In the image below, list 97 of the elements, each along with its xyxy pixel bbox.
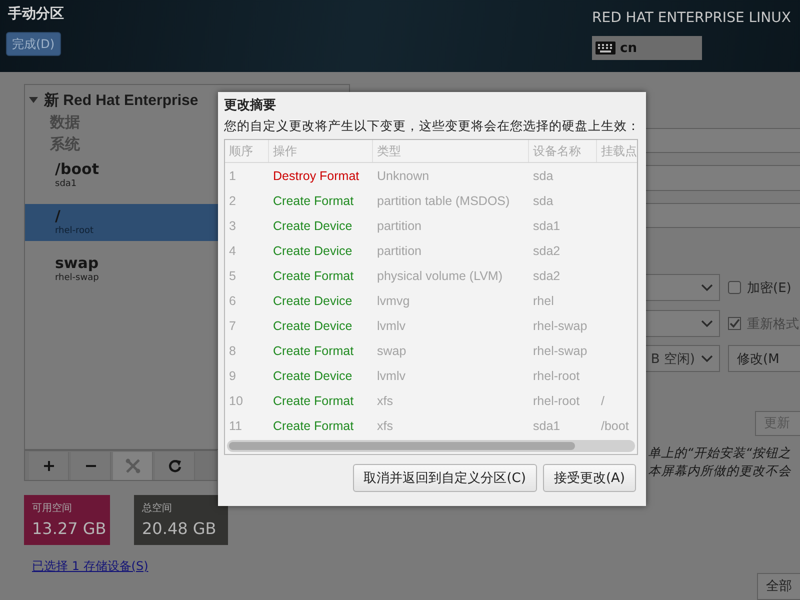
dialog-title: 更改摘要 bbox=[224, 97, 276, 115]
checkbox-icon[interactable] bbox=[728, 281, 741, 294]
space-value: 20.48 GB bbox=[142, 519, 216, 539]
info-text: 单上的“开始安装“按钮之 bbox=[648, 444, 791, 462]
wrench-icon bbox=[124, 458, 140, 474]
order-cell-text: 3 bbox=[228, 218, 236, 232]
space-label: 总空间 bbox=[142, 502, 172, 515]
size-policy-value: B 空闲) bbox=[650, 350, 695, 368]
installation-title[interactable]: 新 Red Hat Enterprise bbox=[44, 90, 198, 110]
type-cell-text: Unknown bbox=[376, 168, 430, 182]
type-cell-text: lvmvg bbox=[376, 294, 410, 308]
device-cell-text: sda bbox=[532, 194, 554, 208]
add-icon bbox=[42, 460, 54, 472]
partition-row[interactable]: swap rhel-swap bbox=[25, 251, 218, 288]
partition-row[interactable]: / rhel-root bbox=[25, 204, 218, 241]
keyboard-layout-field[interactable]: cn bbox=[592, 36, 702, 60]
refresh-button[interactable] bbox=[155, 452, 195, 480]
product-name: RED HAT ENTERPRISE LINUX bbox=[592, 10, 792, 26]
size-policy-dropdown[interactable]: B 空闲) bbox=[646, 345, 720, 372]
device-cell-text: sda2 bbox=[532, 268, 560, 282]
type-cell-text: swap bbox=[376, 344, 406, 358]
mount-point: /boot bbox=[55, 160, 99, 178]
device-cell-text: sda1 bbox=[532, 218, 560, 232]
type-cell-text: lvmlv bbox=[376, 368, 406, 382]
type-cell-text: xfs bbox=[376, 394, 393, 408]
checked-checkbox-icon[interactable] bbox=[728, 317, 741, 330]
refresh-icon bbox=[168, 459, 182, 473]
storage-devices-link[interactable]: 已选择 1 存储设备(S) bbox=[32, 558, 148, 575]
scrollbar[interactable] bbox=[227, 440, 635, 452]
device-cell-text: rhel-root bbox=[532, 394, 580, 408]
device-name: sda1 bbox=[55, 178, 77, 190]
device-cell-text: rhel-root bbox=[532, 368, 580, 382]
order-cell-text: 9 bbox=[228, 368, 236, 382]
device-cell-text: rhel bbox=[532, 294, 554, 308]
type-cell-text: partition bbox=[376, 218, 422, 232]
device-cell-text: sda2 bbox=[532, 244, 560, 258]
mount-point: swap bbox=[55, 254, 99, 272]
column-header[interactable]: 操作 bbox=[269, 140, 373, 162]
column-header[interactable]: 设备名称 bbox=[529, 140, 597, 162]
device-cell-text: rhel-swap bbox=[532, 318, 588, 332]
order-cell-text: 4 bbox=[228, 244, 236, 258]
action-cell-text: Create Device bbox=[272, 318, 352, 332]
space-label: 可用空间 bbox=[32, 502, 72, 515]
keyboard-icon bbox=[595, 41, 616, 55]
column-header[interactable]: 顺序 bbox=[225, 140, 269, 162]
device-cell-text: sda bbox=[532, 168, 554, 182]
type-cell-text: partition table (MSDOS) bbox=[376, 194, 510, 208]
space-value: 13.27 GB bbox=[32, 519, 106, 539]
mount-cell-text: / bbox=[600, 394, 604, 408]
text-field[interactable] bbox=[646, 165, 800, 191]
action-cell-text: Create Format bbox=[272, 344, 354, 358]
column-header[interactable]: 挂载点 bbox=[597, 140, 637, 162]
type-cell-text: physical volume (LVM) bbox=[376, 268, 503, 282]
order-cell-text: 6 bbox=[228, 294, 236, 308]
order-cell-text: 1 bbox=[228, 168, 236, 182]
action-cell-text: Create Device bbox=[272, 244, 352, 258]
done-button[interactable]: 完成(D) bbox=[6, 32, 61, 56]
action-cell-text: Create Format bbox=[272, 268, 354, 282]
encrypt-label: 加密(E) bbox=[747, 280, 792, 297]
info-text: 本屏幕内所做的更改不会 bbox=[648, 462, 791, 480]
device-name: rhel-swap bbox=[55, 272, 99, 284]
text-field[interactable] bbox=[646, 128, 800, 154]
column-header[interactable]: 类型 bbox=[373, 140, 529, 162]
mount-cell-text: /boot bbox=[600, 418, 629, 432]
action-cell-text: Destroy Format bbox=[272, 168, 360, 182]
reset-all-button[interactable]: 全部 bbox=[757, 572, 800, 600]
action-cell-text: Create Format bbox=[272, 418, 354, 432]
device-cell-text: sda1 bbox=[532, 418, 560, 432]
action-cell-text: Create Format bbox=[272, 394, 354, 408]
expanded-arrow-icon[interactable] bbox=[29, 96, 38, 104]
order-cell-text: 10 bbox=[228, 394, 243, 408]
order-cell-text: 7 bbox=[228, 318, 236, 332]
dialog-message: 您的自定义更改将产生以下变更，这些变更将会在您选择的硬盘上生效： bbox=[224, 117, 640, 135]
order-cell-text: 11 bbox=[228, 418, 242, 432]
action-cell-text: Create Device bbox=[272, 294, 352, 308]
text-field[interactable] bbox=[646, 202, 800, 228]
order-cell-text: 2 bbox=[228, 194, 236, 208]
page-title: 手动分区 bbox=[8, 5, 64, 23]
action-cell-text: Create Format bbox=[272, 194, 354, 208]
order-cell-text: 8 bbox=[228, 344, 236, 358]
dropdown[interactable] bbox=[646, 274, 720, 302]
accept-button[interactable]: 接受更改(A) bbox=[542, 464, 636, 492]
type-cell-text: partition bbox=[376, 244, 422, 258]
device-cell-text: rhel-swap bbox=[532, 344, 588, 358]
order-cell-text: 5 bbox=[228, 268, 236, 282]
action-cell-text: Create Device bbox=[272, 368, 352, 382]
action-cell-text: Create Device bbox=[272, 218, 352, 232]
add-button[interactable] bbox=[29, 452, 69, 480]
type-cell-text: xfs bbox=[376, 418, 393, 432]
keyboard-layout: cn bbox=[620, 40, 637, 56]
partition-row[interactable]: /boot sda1 bbox=[25, 157, 218, 194]
mount-point: / bbox=[55, 207, 60, 225]
cancel-button[interactable]: 取消并返回到自定义分区(C) bbox=[352, 464, 537, 492]
device-name: rhel-root bbox=[55, 225, 94, 237]
type-cell-text: lvmlv bbox=[376, 318, 406, 332]
modify-button[interactable]: 修改(M bbox=[728, 345, 800, 372]
dropdown[interactable] bbox=[646, 310, 720, 338]
